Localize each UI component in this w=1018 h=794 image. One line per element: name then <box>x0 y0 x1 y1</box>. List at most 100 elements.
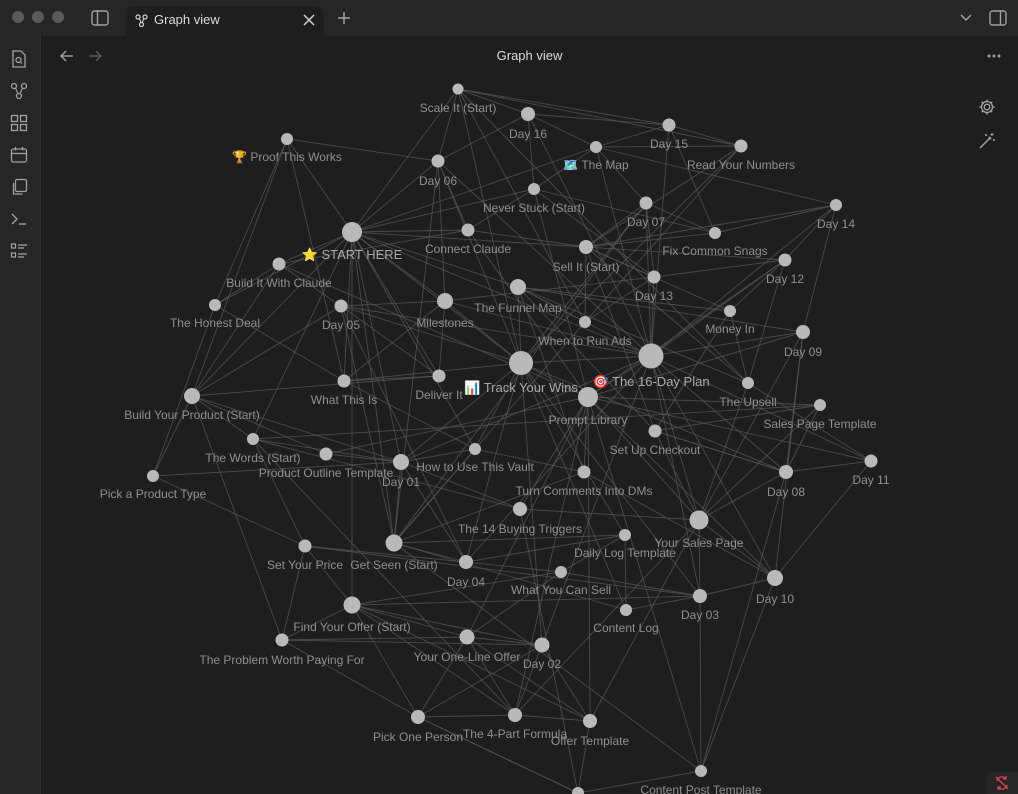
graph-node-day15[interactable] <box>662 118 676 132</box>
graph-node-day12[interactable] <box>778 253 792 267</box>
grid-icon[interactable] <box>9 113 29 133</box>
tab-graph-view[interactable]: Graph view <box>126 6 324 36</box>
graph-node-label: Day 02 <box>523 657 561 671</box>
graph-node-oneline[interactable] <box>459 629 475 645</box>
graph-node-buildproduct[interactable] <box>184 388 200 404</box>
graph-node-plan[interactable] <box>638 343 664 369</box>
view-header: Graph view <box>41 36 1018 76</box>
graph-node-pickone[interactable] <box>411 710 425 724</box>
graph-node-triggers[interactable] <box>513 502 527 516</box>
graph-node-yoursales[interactable] <box>689 510 709 530</box>
window-close-button[interactable] <box>12 11 24 23</box>
close-icon[interactable] <box>302 13 316 32</box>
graph-node-offertpl[interactable] <box>583 714 597 728</box>
window-zoom-button[interactable] <box>52 11 64 23</box>
terminal-icon[interactable] <box>9 209 29 229</box>
graph-node-label: Product Outline Template <box>259 466 394 480</box>
graph-node-day09[interactable] <box>796 325 810 339</box>
graph-node-day03[interactable] <box>693 589 707 603</box>
graph-node-day16[interactable] <box>521 107 535 121</box>
graph-node-funnel[interactable] <box>510 279 526 295</box>
graph-node-day04[interactable] <box>459 555 473 569</box>
graph-icon[interactable] <box>9 81 29 101</box>
plus-icon[interactable] <box>335 9 353 27</box>
window-minimize-button[interactable] <box>32 11 44 23</box>
graph-node-buildclaude[interactable] <box>272 257 286 271</box>
graph-canvas[interactable]: Scale It (Start) Day 16 Day 15 🏆 Proof This… <box>41 76 1018 794</box>
graph-node-label: How to Use This Vault <box>416 460 534 474</box>
sidebar-left-icon[interactable] <box>90 8 110 28</box>
graph-node-findoffer[interactable] <box>343 596 361 614</box>
chevron-down-icon[interactable] <box>957 9 975 27</box>
graph-node-pickproduct[interactable] <box>147 470 159 482</box>
graph-node-whatsell[interactable] <box>555 566 567 578</box>
copy-icon[interactable] <box>9 177 29 197</box>
graph-node-day10[interactable] <box>767 570 783 586</box>
graph-node-neverstuck[interactable] <box>528 183 540 195</box>
graph-node-day11[interactable] <box>864 454 878 468</box>
graph-node-contentlog[interactable] <box>620 604 632 616</box>
more-horizontal-icon[interactable] <box>984 47 1004 65</box>
graph-node-milestones[interactable] <box>437 293 453 309</box>
graph-node-start[interactable] <box>342 222 362 242</box>
graph-node-bottom[interactable] <box>572 787 584 794</box>
graph-node-upsell[interactable] <box>742 377 754 389</box>
graph-node-label: Content Log <box>593 621 658 635</box>
magic-wand-icon[interactable] <box>977 131 997 151</box>
graph-node-whatthis[interactable] <box>337 374 351 388</box>
graph-edge <box>466 636 516 716</box>
sync-off-icon[interactable] <box>986 772 1018 794</box>
graph-nodes[interactable] <box>147 83 878 794</box>
calendar-icon[interactable] <box>9 145 29 165</box>
graph-svg[interactable]: Scale It (Start) Day 16 Day 15 🏆 Proof This… <box>41 76 1018 794</box>
graph-node-dailylog[interactable] <box>619 529 631 541</box>
graph-node-vault[interactable] <box>469 443 481 455</box>
graph-node-prompt[interactable] <box>578 387 598 407</box>
graph-node-day13[interactable] <box>647 270 661 284</box>
graph-node-label: 🎯 The 16-Day Plan <box>592 374 709 389</box>
graph-node-day08[interactable] <box>779 465 793 479</box>
graph-edge <box>351 229 469 233</box>
graph-node-map[interactable] <box>590 141 602 153</box>
graph-edge <box>351 231 402 463</box>
graph-node-checkout[interactable] <box>648 424 662 438</box>
graph-node-comments[interactable] <box>577 465 591 479</box>
graph-node-day07[interactable] <box>639 196 653 210</box>
graph-node-problem[interactable] <box>275 633 289 647</box>
graph-edge <box>533 188 589 398</box>
graph-node-readnum[interactable] <box>734 139 748 153</box>
graph-node-deliver[interactable] <box>432 369 446 383</box>
graph-node-words[interactable] <box>247 433 259 445</box>
file-search-icon[interactable] <box>9 49 29 69</box>
graph-node-setprice[interactable] <box>298 539 312 553</box>
graph-node-day14[interactable] <box>830 199 842 211</box>
graph-node-day05[interactable] <box>334 299 348 313</box>
graph-node-honest[interactable] <box>209 299 221 311</box>
graph-node-formula[interactable] <box>508 708 522 722</box>
graph-node-runads[interactable] <box>579 316 591 328</box>
graph-node-fixsnags[interactable] <box>709 227 721 239</box>
graph-node-proof[interactable] <box>281 133 293 145</box>
graph-node-trackwins[interactable] <box>509 351 533 375</box>
graph-node-moneyin[interactable] <box>724 305 736 317</box>
graph-node-label: Day 04 <box>447 575 485 589</box>
graph-node-day02[interactable] <box>534 637 550 653</box>
graph-node-contentpost[interactable] <box>695 765 707 777</box>
list-icon[interactable] <box>9 241 29 261</box>
graph-node-label: Fix Common Snags <box>662 244 767 258</box>
graph-node-day01[interactable] <box>393 454 409 470</box>
graph-node-label: Get Seen (Start) <box>350 558 437 572</box>
sidebar-right-icon[interactable] <box>988 8 1008 28</box>
graph-edge <box>281 639 419 718</box>
graph-node-sellit[interactable] <box>579 240 593 254</box>
graph-node-label: Offer Template <box>551 734 630 748</box>
graph-node-label: 🗺️ The Map <box>563 158 629 172</box>
graph-node-connect[interactable] <box>461 223 475 237</box>
graph-node-day06[interactable] <box>431 154 445 168</box>
gear-icon[interactable] <box>977 97 997 117</box>
graph-node-scale[interactable] <box>452 83 464 95</box>
graph-node-getseen[interactable] <box>385 534 403 552</box>
graph-node-outline[interactable] <box>319 447 333 461</box>
graph-edge <box>595 146 837 206</box>
graph-node-salespagetpl[interactable] <box>814 399 826 411</box>
